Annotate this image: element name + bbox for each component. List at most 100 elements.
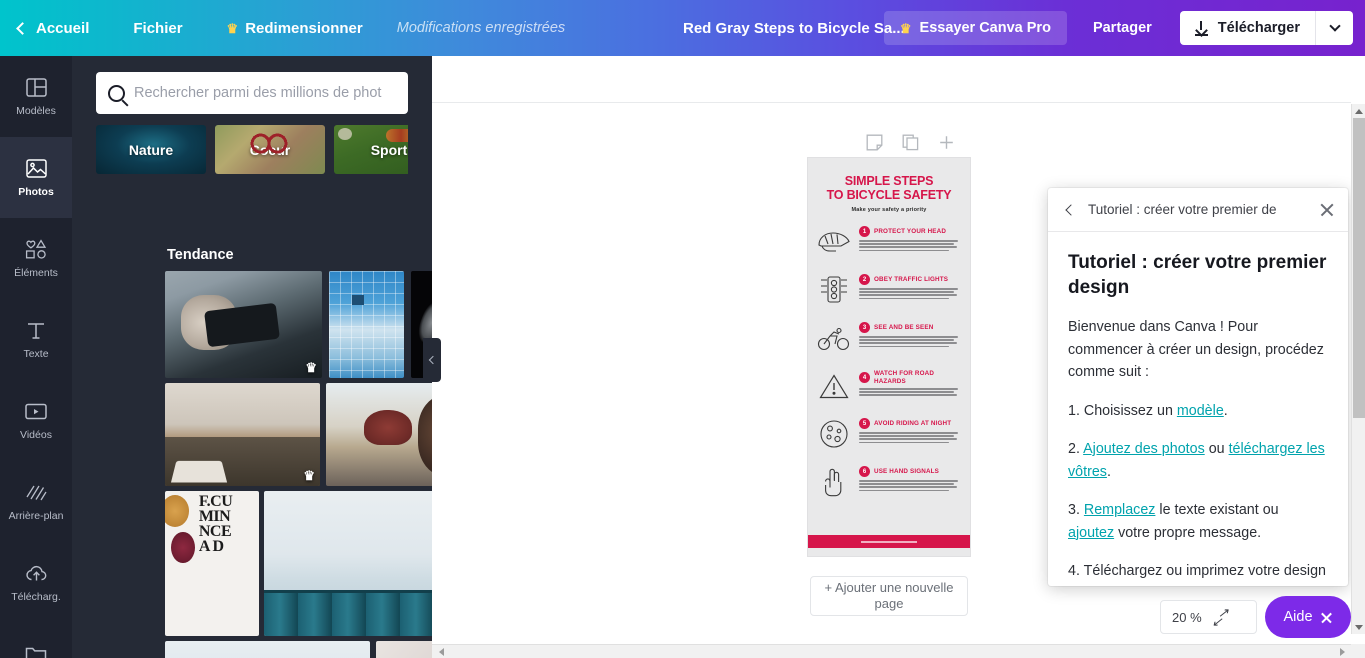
tutorial-back-button[interactable] bbox=[1060, 201, 1078, 219]
link-add[interactable]: ajoutez bbox=[1068, 525, 1114, 541]
step-number: 5 bbox=[859, 418, 870, 429]
triangle-up-icon bbox=[1355, 108, 1363, 114]
link-replace[interactable]: Remplacez bbox=[1084, 502, 1156, 518]
save-status: Modifications enregistrées bbox=[396, 20, 566, 36]
crown-icon: ♛ bbox=[899, 20, 912, 36]
sidebar-item-elements[interactable]: Éléments bbox=[0, 218, 72, 299]
category-chip-coeur[interactable]: Coeur bbox=[215, 125, 325, 174]
sidebar-item-folders[interactable]: Dossiers bbox=[0, 623, 72, 658]
help-label: Aide bbox=[1283, 609, 1313, 625]
step-heading: OBEY TRAFFIC LIGHTS bbox=[874, 276, 949, 283]
sidebar-item-label: Éléments bbox=[14, 267, 58, 279]
scroll-left-button[interactable] bbox=[434, 645, 448, 658]
design-footer-bar bbox=[808, 535, 970, 548]
sidebar-item-text[interactable]: Texte bbox=[0, 299, 72, 380]
photos-panel: Nature Coeur Sport Tendance ♛ $ ♛ bbox=[72, 56, 432, 658]
photo-thumb-breakfast-flatlay[interactable]: F.CU MIN NCE A D bbox=[165, 491, 259, 636]
videos-icon bbox=[24, 400, 48, 422]
download-label: Télécharger bbox=[1217, 20, 1300, 36]
step-body-lines bbox=[859, 432, 961, 444]
close-icon[interactable] bbox=[1318, 201, 1336, 219]
link-publish[interactable]: Publier bbox=[1165, 586, 1213, 587]
vertical-scrollbar-thumb[interactable] bbox=[1353, 118, 1365, 418]
horizontal-scrollbar[interactable] bbox=[432, 644, 1351, 658]
sidebar-item-background[interactable]: Arrière-plan bbox=[0, 461, 72, 542]
photo-thumb-hands-holding-phone[interactable]: ♛ bbox=[165, 271, 322, 378]
design-title: SIMPLE STEPS TO BICYCLE SAFETY bbox=[826, 174, 952, 202]
step-heading: PROTECT YOUR HEAD bbox=[874, 228, 947, 235]
zoom-level-label: 20 % bbox=[1172, 609, 1202, 625]
triangle-left-icon bbox=[438, 648, 444, 656]
add-page-icon[interactable] bbox=[935, 131, 957, 153]
section-title-trending: Tendance bbox=[167, 247, 234, 263]
text-icon bbox=[24, 319, 48, 341]
step4-pre: 4. Téléchargez ou imprimez votre design … bbox=[1068, 563, 1327, 586]
scroll-up-button[interactable] bbox=[1352, 104, 1365, 118]
vertical-scrollbar[interactable] bbox=[1351, 104, 1365, 634]
sidebar-item-videos[interactable]: Vidéos bbox=[0, 380, 72, 461]
add-new-page-button[interactable]: + Ajouter une nouvelle page bbox=[810, 576, 968, 616]
design-step-row: 1 PROTECT YOUR HEAD bbox=[808, 222, 970, 270]
try-canva-pro-button[interactable]: ♛ Essayer Canva Pro bbox=[883, 11, 1067, 45]
download-options-button[interactable] bbox=[1315, 11, 1353, 45]
category-chip-nature[interactable]: Nature bbox=[96, 125, 206, 174]
design-subtitle: Make your safety a priority bbox=[851, 207, 927, 213]
step-heading: WATCH FOR ROAD HAZARDS bbox=[874, 370, 935, 385]
document-title[interactable]: Red Gray Steps to Bicycle Sa... bbox=[683, 0, 905, 56]
chip-label: Sport bbox=[370, 141, 408, 158]
step-body-lines bbox=[859, 240, 961, 252]
step-heading: AVOID RIDING AT NIGHT bbox=[874, 420, 952, 427]
collapse-panel-button[interactable] bbox=[423, 338, 441, 382]
duplicate-page-icon[interactable] bbox=[899, 131, 921, 153]
resize-button[interactable]: ♛ Redimensionner bbox=[205, 0, 385, 56]
file-label: Fichier bbox=[133, 19, 183, 37]
sidebar-item-uploads[interactable]: Télécharg. bbox=[0, 542, 72, 623]
download-button[interactable]: Télécharger bbox=[1180, 11, 1315, 45]
category-chip-sport[interactable]: Sport bbox=[334, 125, 408, 174]
photo-grid: ♛ $ ♛ $ F.CUMINNCEA D bbox=[160, 271, 432, 658]
close-icon[interactable] bbox=[1320, 611, 1333, 624]
tutorial-step-2: 2. Ajoutez des photos ou téléchargez les… bbox=[1068, 438, 1328, 483]
search-box[interactable] bbox=[96, 72, 408, 114]
search-input[interactable] bbox=[134, 85, 396, 101]
notes-icon[interactable] bbox=[863, 131, 885, 153]
link-add-photos[interactable]: Ajoutez des photos bbox=[1083, 441, 1205, 457]
design-step-row: 5 AVOID RIDING AT NIGHT bbox=[808, 414, 970, 462]
photo-thumb-team-around-laptop[interactable]: ♛ bbox=[165, 383, 320, 486]
step-body-lines bbox=[859, 480, 961, 492]
home-label: Accueil bbox=[36, 19, 90, 37]
pro-crown-badge: ♛ bbox=[305, 360, 317, 375]
hand-signal-icon bbox=[814, 462, 854, 502]
photo-thumb-cloudy-sky-plant[interactable] bbox=[165, 641, 370, 658]
scroll-down-button[interactable] bbox=[1352, 620, 1365, 634]
photo-thumb-blue-glass-building[interactable] bbox=[329, 271, 404, 378]
photo-thumb-potted-plant-wall[interactable] bbox=[376, 641, 432, 658]
tutorial-intro: Bienvenue dans Canva ! Pour commencer à … bbox=[1068, 319, 1324, 380]
chevron-down-icon bbox=[1328, 20, 1341, 32]
zoom-control[interactable]: 20 % bbox=[1160, 600, 1257, 634]
link-template[interactable]: modèle bbox=[1177, 403, 1224, 419]
photo-thumb-glass-facade-sky[interactable] bbox=[264, 491, 432, 636]
helmet-icon bbox=[814, 222, 854, 262]
share-button[interactable]: Partager bbox=[1075, 11, 1170, 45]
sidebar-item-photos[interactable]: Photos bbox=[0, 137, 72, 218]
file-menu[interactable]: Fichier bbox=[111, 0, 204, 56]
step1-pre: 1. Choisissez un bbox=[1068, 402, 1177, 419]
share-label: Partager bbox=[1092, 20, 1152, 36]
sidebar-item-templates[interactable]: Modèles bbox=[0, 56, 72, 137]
photo-thumb-couple-red-beanie[interactable]: $ bbox=[326, 383, 432, 486]
scroll-right-button[interactable] bbox=[1335, 645, 1349, 658]
add-page-label: + Ajouter une nouvelle page bbox=[824, 580, 954, 611]
resize-label: Redimensionner bbox=[245, 19, 363, 37]
templates-icon bbox=[24, 76, 48, 98]
step-number: 4 bbox=[859, 372, 870, 383]
tutorial-header-title: Tutoriel : créer votre premier de bbox=[1088, 202, 1277, 217]
design-page-infographic[interactable]: SIMPLE STEPS TO BICYCLE SAFETY Make your… bbox=[808, 158, 970, 556]
home-button[interactable]: Accueil bbox=[0, 0, 111, 56]
help-button[interactable]: Aide bbox=[1265, 596, 1351, 638]
link-download[interactable]: Télécharger bbox=[1237, 586, 1318, 587]
step-heading: USE HAND SIGNALS bbox=[874, 468, 940, 475]
expand-icon[interactable] bbox=[1212, 605, 1229, 630]
chevron-left-icon bbox=[16, 21, 29, 35]
step4-post: . bbox=[1318, 586, 1322, 587]
